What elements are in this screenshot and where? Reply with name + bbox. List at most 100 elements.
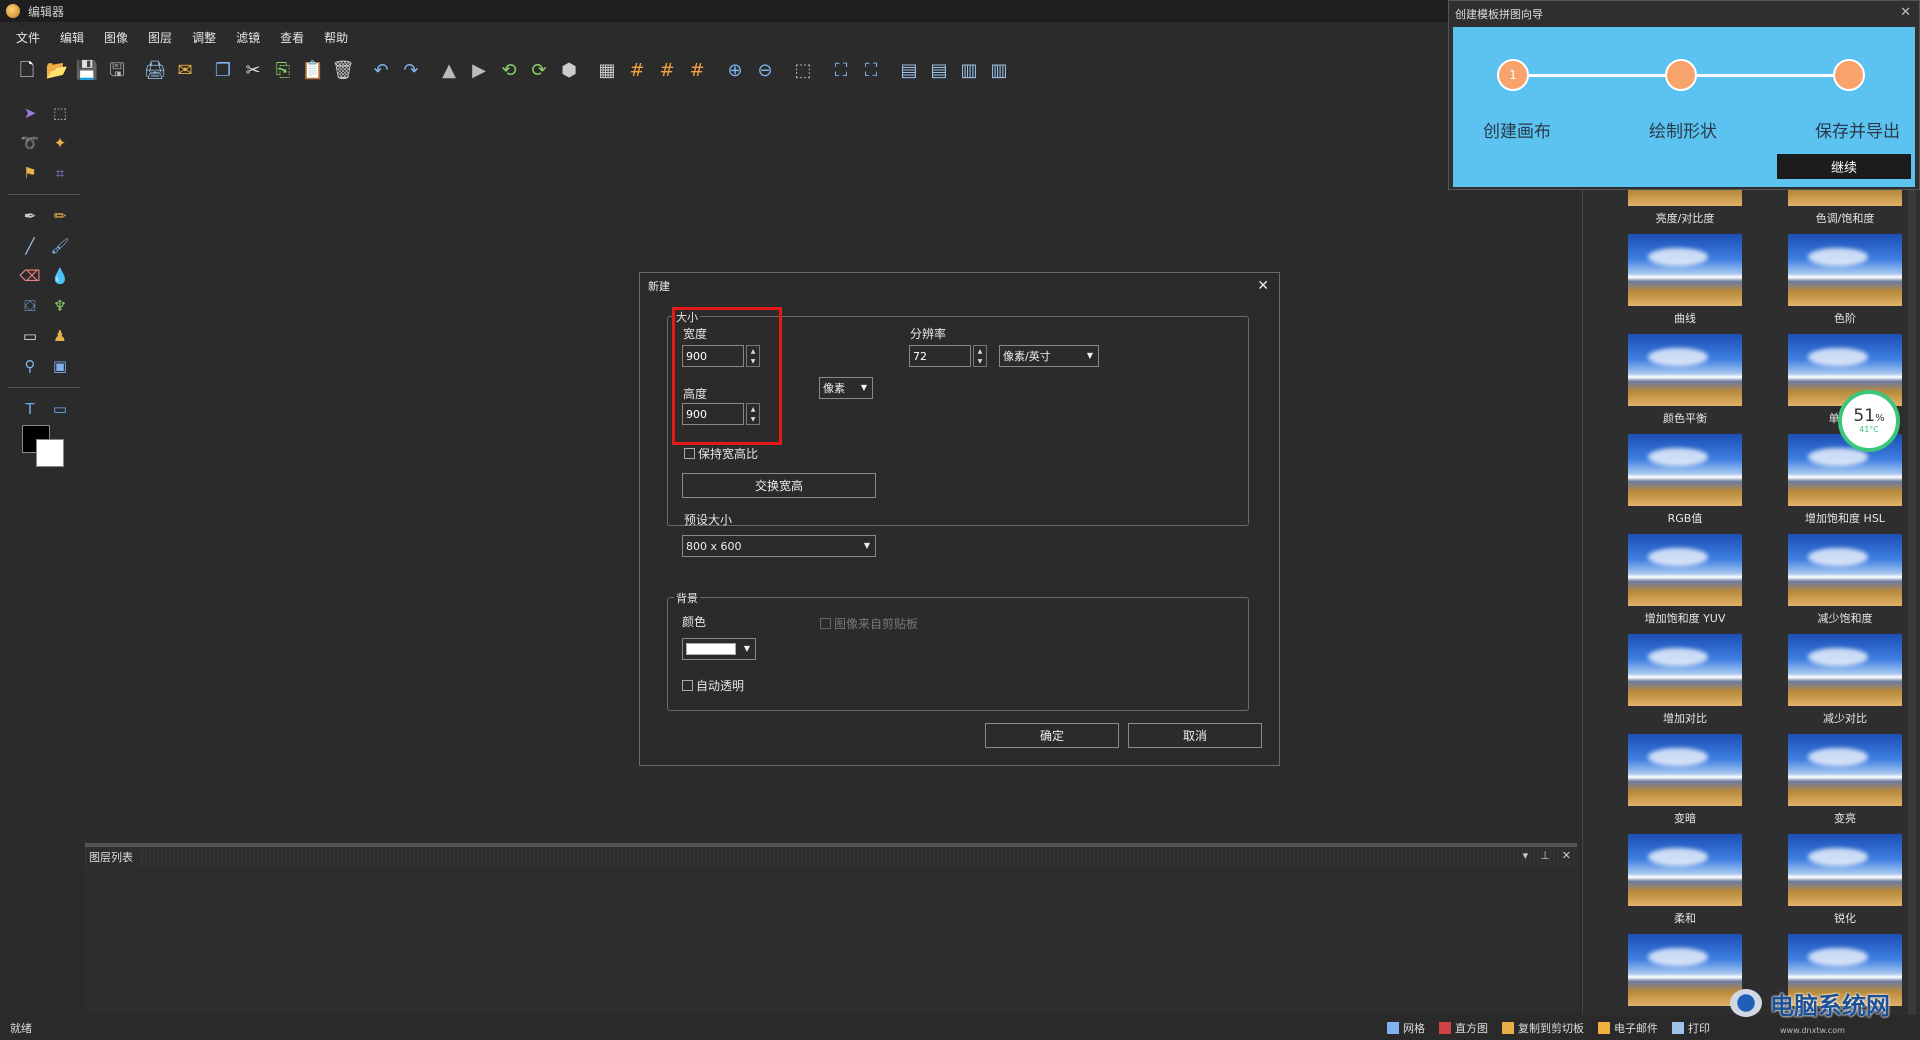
auto-transparent-checkbox[interactable]: 自动透明	[682, 677, 744, 694]
align-left-button[interactable]: ▤	[894, 56, 924, 86]
effect-thumbnail[interactable]: 减少对比	[1765, 634, 1920, 734]
email-button[interactable]: 电子邮件	[1598, 1020, 1658, 1036]
pin-icon[interactable]: ⊥	[1540, 849, 1550, 862]
gradient-icon[interactable]: ▭	[18, 324, 42, 348]
height-input[interactable]: 900	[682, 403, 744, 425]
width-spinner[interactable]: ▲ ▼	[746, 345, 760, 367]
grid-orange3-button[interactable]: #	[682, 56, 712, 86]
width-input[interactable]: 900	[682, 345, 744, 367]
move-tool-icon[interactable]: ➤	[18, 101, 42, 125]
undo-button[interactable]: ↶	[366, 56, 396, 86]
system-monitor-gauge[interactable]: 51% 41°C	[1838, 390, 1900, 452]
effect-thumbnail[interactable]: 变亮	[1765, 734, 1920, 834]
dialog-close-icon[interactable]: ✕	[1257, 278, 1269, 294]
spin-up-icon[interactable]: ▲	[747, 404, 759, 414]
effect-thumbnail[interactable]: 颜色平衡	[1605, 334, 1765, 434]
wizard-close-icon[interactable]: ✕	[1900, 5, 1911, 20]
effect-thumbnail[interactable]: 增加饱和度 YUV	[1605, 534, 1765, 634]
picture-tool-icon[interactable]: ▣	[48, 354, 72, 378]
dropdown-arrow-icon[interactable]: ▾	[1523, 849, 1529, 862]
menu-item-5[interactable]: 滤镜	[236, 29, 260, 46]
unit-select[interactable]: 像素 ▼	[819, 377, 873, 399]
background-color[interactable]	[36, 439, 64, 467]
spin-down-icon[interactable]: ▼	[747, 356, 759, 366]
actual-size-button[interactable]: ⛶	[856, 56, 886, 86]
preset-select[interactable]: 800 x 600 ▼	[682, 535, 876, 557]
fill-bucket-icon[interactable]: ⛋	[18, 294, 42, 318]
magic-wand-icon[interactable]: ✦	[48, 131, 72, 155]
flip-vertical-button[interactable]: ▲	[434, 56, 464, 86]
resolution-input[interactable]: 72	[909, 345, 971, 367]
lasso-icon[interactable]: ➰	[18, 131, 42, 155]
new-file-button[interactable]: 🗋	[12, 56, 42, 86]
menu-item-7[interactable]: 帮助	[324, 29, 348, 46]
effect-thumbnail[interactable]: 增加饱和度 HSL	[1765, 434, 1920, 534]
align-center-button[interactable]: ▤	[924, 56, 954, 86]
histogram-button[interactable]: 直方图	[1439, 1020, 1488, 1036]
height-spinner[interactable]: ▲ ▼	[746, 403, 760, 425]
cut-button[interactable]: ✂	[238, 56, 268, 86]
shape-rect-icon[interactable]: ▭	[48, 397, 72, 421]
effect-thumbnail[interactable]: 柔和	[1605, 834, 1765, 934]
spin-up-icon[interactable]: ▲	[747, 346, 759, 356]
blur-drop-icon[interactable]: 💧	[48, 264, 72, 288]
checkbox-box[interactable]	[820, 618, 831, 629]
email-button[interactable]: ✉	[170, 56, 200, 86]
smudge-icon[interactable]: ⚲	[18, 354, 42, 378]
save-as-button[interactable]: 🖫	[102, 56, 132, 86]
brush-icon[interactable]: 🖌	[48, 234, 72, 258]
zoom-in-button[interactable]: ⊕	[720, 56, 750, 86]
flip-horizontal-button[interactable]: ▶	[464, 56, 494, 86]
align-top-button[interactable]: ▥	[954, 56, 984, 86]
effect-thumbnail[interactable]: 色阶	[1765, 234, 1920, 334]
print-button[interactable]: 🖨	[140, 56, 170, 86]
spin-down-icon[interactable]: ▼	[974, 356, 986, 366]
effect-thumbnail[interactable]: 色调/饱和度	[1765, 190, 1920, 234]
delete-button[interactable]: 🗑	[328, 56, 358, 86]
spin-up-icon[interactable]: ▲	[974, 346, 986, 356]
menu-item-6[interactable]: 查看	[280, 29, 304, 46]
background-color-select[interactable]: ▼	[682, 638, 756, 660]
text-tool-icon[interactable]: T	[18, 397, 42, 421]
grid-orange-button[interactable]: #	[622, 56, 652, 86]
swap-dimensions-button[interactable]: 交换宽高	[682, 473, 876, 498]
menu-item-0[interactable]: 文件	[16, 29, 40, 46]
print-button[interactable]: 打印	[1672, 1020, 1710, 1036]
eraser-icon[interactable]: ⌫	[18, 264, 42, 288]
crop-icon[interactable]: ⌗	[48, 161, 72, 185]
eyedropper-icon[interactable]: ✒	[18, 204, 42, 228]
select-cursor-button[interactable]: ⬚	[788, 56, 818, 86]
zoom-out-button[interactable]: ⊖	[750, 56, 780, 86]
copy-window-button[interactable]: ❐	[208, 56, 238, 86]
copy-to-clipboard-button[interactable]: 复制到剪切板	[1502, 1020, 1584, 1036]
effect-thumbnail[interactable]: RGB值	[1605, 434, 1765, 534]
effect-thumbnail[interactable]: 曲线	[1605, 234, 1765, 334]
effect-thumbnail[interactable]: 锐化	[1765, 834, 1920, 934]
fit-window-button[interactable]: ⛶	[826, 56, 856, 86]
color-replace-icon[interactable]: ♆	[48, 294, 72, 318]
spin-down-icon[interactable]: ▼	[747, 414, 759, 424]
align-bottom-button[interactable]: ▥	[984, 56, 1014, 86]
effect-thumbnail[interactable]: 变暗	[1605, 734, 1765, 834]
cancel-button[interactable]: 取消	[1128, 723, 1262, 748]
grid-toggle-button[interactable]: 网格	[1387, 1020, 1425, 1036]
checkbox-box[interactable]	[682, 680, 693, 691]
menu-item-4[interactable]: 调整	[192, 29, 216, 46]
polygon-lasso-icon[interactable]: ⚑	[18, 161, 42, 185]
resolution-spinner[interactable]: ▲ ▼	[973, 345, 987, 367]
wizard-continue-button[interactable]: 继续	[1777, 154, 1911, 179]
rect-select-icon[interactable]: ⬚	[48, 101, 72, 125]
grid-orange2-button[interactable]: #	[652, 56, 682, 86]
menu-item-1[interactable]: 编辑	[60, 29, 84, 46]
menu-item-3[interactable]: 图层	[148, 29, 172, 46]
stamp-icon[interactable]: ♟	[48, 324, 72, 348]
effect-thumbnail[interactable]: 减少饱和度	[1765, 534, 1920, 634]
open-folder-button[interactable]: 📂	[42, 56, 72, 86]
clipboard-image-checkbox[interactable]: 图像来自剪贴板	[820, 615, 918, 632]
grid-button[interactable]: ▦	[592, 56, 622, 86]
pencil-icon[interactable]: ✏	[48, 204, 72, 228]
rotate-left-button[interactable]: ⟲	[494, 56, 524, 86]
rotate-right-button[interactable]: ⟳	[524, 56, 554, 86]
line-icon[interactable]: ╱	[18, 234, 42, 258]
panel-scrollbar[interactable]	[1908, 190, 1916, 1015]
